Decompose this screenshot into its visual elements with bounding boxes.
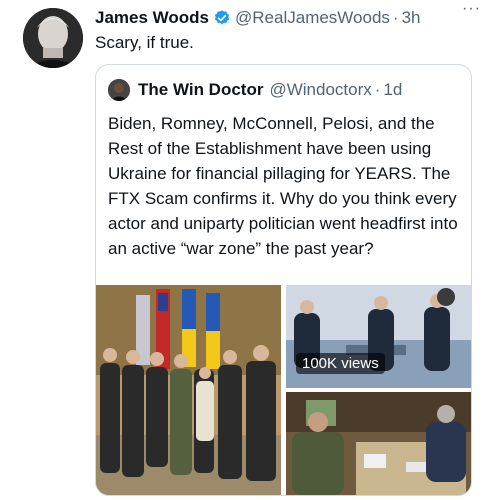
quoted-author-avatar[interactable] xyxy=(108,79,130,101)
quoted-timestamp[interactable]: 1d xyxy=(383,80,402,100)
media-grid: 100K views xyxy=(96,285,471,495)
meeting-photo[interactable] xyxy=(286,392,471,495)
quoted-tweet-text: Biden, Romney, McConnell, Pelosi, and th… xyxy=(108,114,458,258)
tweet-header: James Woods @RealJamesWoods · 3h xyxy=(95,6,483,30)
group-photo[interactable] xyxy=(96,285,281,495)
quoted-author-name[interactable]: The Win Doctor xyxy=(138,80,263,100)
verified-badge-icon xyxy=(213,9,231,27)
panel-video-thumbnail[interactable]: 100K views xyxy=(286,285,471,388)
author-handle[interactable]: @RealJamesWoods xyxy=(235,8,390,28)
quoted-author-handle[interactable]: @Windoctorx xyxy=(269,80,371,100)
author-name[interactable]: James Woods xyxy=(95,8,209,28)
separator-dot: · xyxy=(392,8,399,27)
tweet[interactable]: James Woods @RealJamesWoods · 3h ··· Sca… xyxy=(0,0,493,500)
tweet-text: Scary, if true. xyxy=(95,33,194,52)
quoted-tweet-header: The Win Doctor @Windoctorx · 1d xyxy=(108,79,402,101)
quoted-tweet[interactable]: The Win Doctor @Windoctorx · 1d Biden, R… xyxy=(95,64,472,496)
video-view-count: 100K views xyxy=(296,353,385,374)
author-avatar[interactable] xyxy=(23,8,83,68)
tweet-timestamp[interactable]: 3h xyxy=(402,8,421,28)
more-options-icon[interactable]: ··· xyxy=(462,0,481,18)
separator-dot: · xyxy=(374,80,381,99)
